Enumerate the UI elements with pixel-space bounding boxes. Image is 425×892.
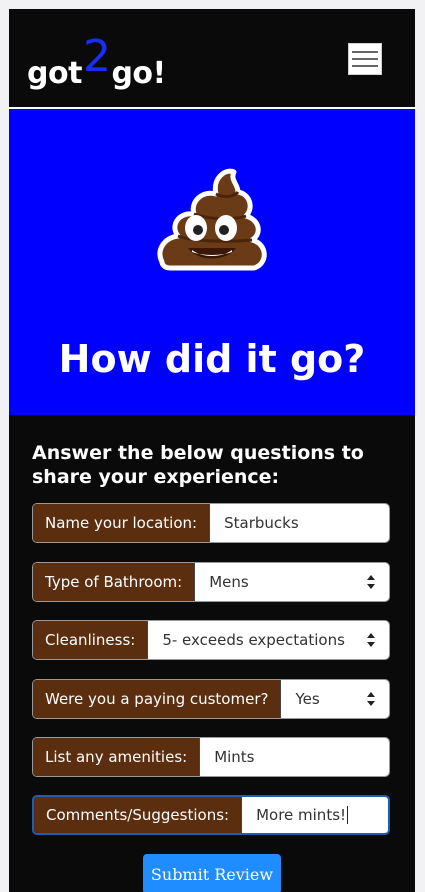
comments-value: More mints! xyxy=(256,806,347,824)
location-input[interactable]: Starbucks xyxy=(210,504,389,542)
page-title: How did it go? xyxy=(58,337,366,381)
cleanliness-label: Cleanliness: xyxy=(33,621,149,659)
menu-bar xyxy=(352,51,378,53)
amenities-label: List any amenities: xyxy=(33,738,201,776)
submit-review-button[interactable]: Submit Review xyxy=(143,854,281,892)
paying-customer-select[interactable]: Yes xyxy=(281,680,389,718)
bathroom-type-label: Type of Bathroom: xyxy=(33,563,196,601)
paying-customer-group: Were you a paying customer? Yes xyxy=(32,679,390,719)
menu-bar xyxy=(352,65,378,67)
hamburger-menu-icon[interactable] xyxy=(348,43,382,75)
brand-logo[interactable]: got2go! xyxy=(27,31,166,94)
cleanliness-group: Cleanliness: 5- exceeds expectations xyxy=(32,620,390,660)
amenities-input[interactable]: Mints xyxy=(200,738,389,776)
app-header: got2go! xyxy=(9,9,415,107)
text-cursor xyxy=(347,806,349,824)
amenities-group: List any amenities: Mints xyxy=(32,737,390,777)
brand-number: 2 xyxy=(82,31,111,82)
brand-suffix: go! xyxy=(111,56,166,91)
hero-banner: How did it go? xyxy=(9,109,415,415)
location-input-group: Name your location: Starbucks xyxy=(32,503,390,543)
pile-of-poo-icon xyxy=(157,168,267,271)
cleanliness-select[interactable]: 5- exceeds expectations xyxy=(148,621,389,659)
bathroom-type-select[interactable]: Mens xyxy=(195,563,389,601)
bathroom-type-group: Type of Bathroom: Mens xyxy=(32,562,390,602)
location-label: Name your location: xyxy=(33,504,211,542)
comments-label: Comments/Suggestions: xyxy=(34,797,243,833)
page-frame: got2go! How did it go? Answer the below … xyxy=(9,9,415,892)
form-instructions: Answer the below questions to share your… xyxy=(32,442,364,488)
menu-bar xyxy=(352,58,378,60)
comments-input[interactable]: More mints! xyxy=(242,797,388,833)
paying-customer-label: Were you a paying customer? xyxy=(33,680,282,718)
brand-prefix: got xyxy=(27,56,82,91)
comments-group: Comments/Suggestions: More mints! xyxy=(32,795,390,835)
